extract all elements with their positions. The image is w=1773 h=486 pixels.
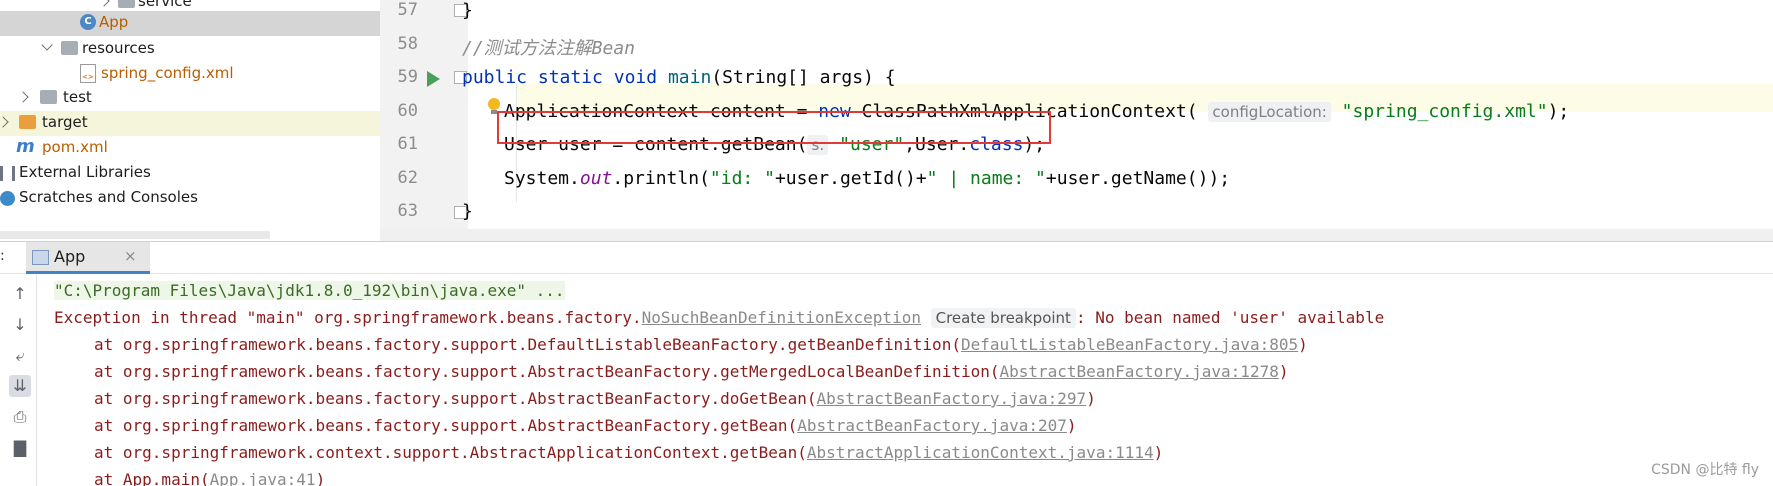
source-link[interactable]: AbstractBeanFactory.java:297 xyxy=(816,389,1086,408)
tree-item-spring-config[interactable]: <> spring_config.xml xyxy=(0,62,380,87)
folder-icon xyxy=(61,41,78,55)
horizontal-scrollbar[interactable] xyxy=(380,229,1773,241)
console-toolbar: ↑ ↓ ⤶ ⇊ ⎙ ▇ xyxy=(0,274,37,486)
tree-item-pom[interactable]: m pom.xml xyxy=(0,136,380,161)
param-hint: configLocation: xyxy=(1208,102,1331,122)
tree-item-label: service xyxy=(138,0,192,10)
maven-icon: m xyxy=(16,136,35,157)
folder-icon xyxy=(19,115,36,129)
tree-item-label: External Libraries xyxy=(19,163,151,181)
line-number: 58 xyxy=(397,34,418,54)
tree-item-label: pom.xml xyxy=(42,138,108,156)
line-number: 59 xyxy=(397,67,418,87)
line-number: 62 xyxy=(397,168,418,188)
code-line-57: } xyxy=(462,0,473,21)
code-line-62: System.out.println("id: "+user.getId()+"… xyxy=(504,168,1231,189)
xml-file-icon: <> xyxy=(80,64,96,83)
stack-trace-line: at org.springframework.beans.factory.sup… xyxy=(94,362,1289,381)
print-icon[interactable]: ⎙ xyxy=(9,406,31,428)
console-exception-line: Exception in thread "main" org.springfra… xyxy=(54,308,1385,328)
scroll-to-end-icon[interactable]: ⇊ xyxy=(9,375,31,397)
console-output[interactable]: "C:\Program Files\Java\jdk1.8.0_192\bin\… xyxy=(37,274,1773,486)
watermark: CSDN @比特 fly xyxy=(1651,462,1759,478)
code-line-59: public static void main(String[] args) { xyxy=(462,67,896,88)
library-icon xyxy=(0,166,15,181)
tree-item-test[interactable]: test xyxy=(0,86,380,111)
exception-link[interactable]: NoSuchBeanDefinitionException xyxy=(642,308,921,327)
stack-trace-line: at org.springframework.context.support.A… xyxy=(94,443,1164,462)
stack-trace-line: at org.springframework.beans.factory.sup… xyxy=(94,416,1077,435)
console-command-line: "C:\Program Files\Java\jdk1.8.0_192\bin\… xyxy=(54,281,565,300)
tree-item-target[interactable]: target xyxy=(0,111,380,136)
tree-item-label: App xyxy=(99,13,129,31)
chevron-down-icon[interactable] xyxy=(41,39,53,51)
tree-item-scratches[interactable]: Scratches and Consoles xyxy=(0,186,380,211)
stack-trace-line: at org.springframework.beans.factory.sup… xyxy=(94,335,1308,354)
tree-item-label: target xyxy=(42,113,88,131)
arrow-down-icon[interactable]: ↓ xyxy=(9,314,31,336)
scratches-icon xyxy=(0,191,15,206)
lightbulb-icon[interactable] xyxy=(488,98,500,114)
console-icon xyxy=(32,250,49,265)
stack-trace-line: at org.springframework.beans.factory.sup… xyxy=(94,389,1096,408)
trash-icon[interactable]: ▇ xyxy=(9,437,31,459)
source-link[interactable]: App.java:41 xyxy=(210,470,316,486)
highlight-box xyxy=(497,111,1051,144)
project-tree: service C App resources <> spring_config… xyxy=(0,0,380,241)
chevron-right-icon[interactable] xyxy=(17,91,29,103)
tree-item-external-libraries[interactable]: External Libraries xyxy=(0,161,380,186)
source-link[interactable]: AbstractBeanFactory.java:1278 xyxy=(999,362,1278,381)
source-link[interactable]: AbstractBeanFactory.java:207 xyxy=(797,416,1067,435)
tree-item-label: test xyxy=(63,88,92,106)
tree-item-label: Scratches and Consoles xyxy=(19,188,198,206)
folder-icon xyxy=(40,90,57,104)
line-number: 61 xyxy=(397,134,418,154)
class-icon: C xyxy=(80,14,96,30)
stack-trace-line: at App.main(App.java:41) xyxy=(94,470,325,486)
close-icon[interactable]: × xyxy=(124,247,137,265)
tab-label: App xyxy=(54,247,86,266)
tree-item-label: resources xyxy=(82,39,155,57)
code-line-58: //测试方法注解Bean xyxy=(462,38,636,59)
code-line-63: } xyxy=(462,201,473,222)
line-number: 57 xyxy=(397,0,418,20)
editor-gutter: 57 58 59 60 61 62 63 xyxy=(380,0,468,241)
tab-app[interactable]: App × xyxy=(26,242,150,274)
source-link[interactable]: DefaultListableBeanFactory.java:805 xyxy=(961,335,1298,354)
tree-item-app[interactable]: C App xyxy=(0,11,380,36)
tree-item-resources[interactable]: resources xyxy=(0,37,380,62)
create-breakpoint-button[interactable]: Create breakpoint xyxy=(930,308,1076,328)
line-number: 63 xyxy=(397,201,418,221)
source-link[interactable]: AbstractApplicationContext.java:1114 xyxy=(807,443,1154,462)
horizontal-scrollbar[interactable] xyxy=(0,231,270,239)
chevron-right-icon[interactable] xyxy=(0,116,9,128)
chevron-right-icon[interactable] xyxy=(98,0,110,7)
arrow-up-icon[interactable]: ↑ xyxy=(9,283,31,305)
code-editor[interactable]: 57 58 59 60 61 62 63 } //测试方法注解Bean publ… xyxy=(380,0,1773,241)
run-gutter-icon[interactable] xyxy=(427,71,440,87)
package-icon xyxy=(118,0,135,8)
soft-wrap-icon[interactable]: ⤶ xyxy=(9,345,31,367)
line-number: 60 xyxy=(397,101,418,121)
run-tool-window-header: : App × xyxy=(0,241,1773,274)
tree-item-label: spring_config.xml xyxy=(101,64,234,82)
run-label: : xyxy=(0,248,5,264)
